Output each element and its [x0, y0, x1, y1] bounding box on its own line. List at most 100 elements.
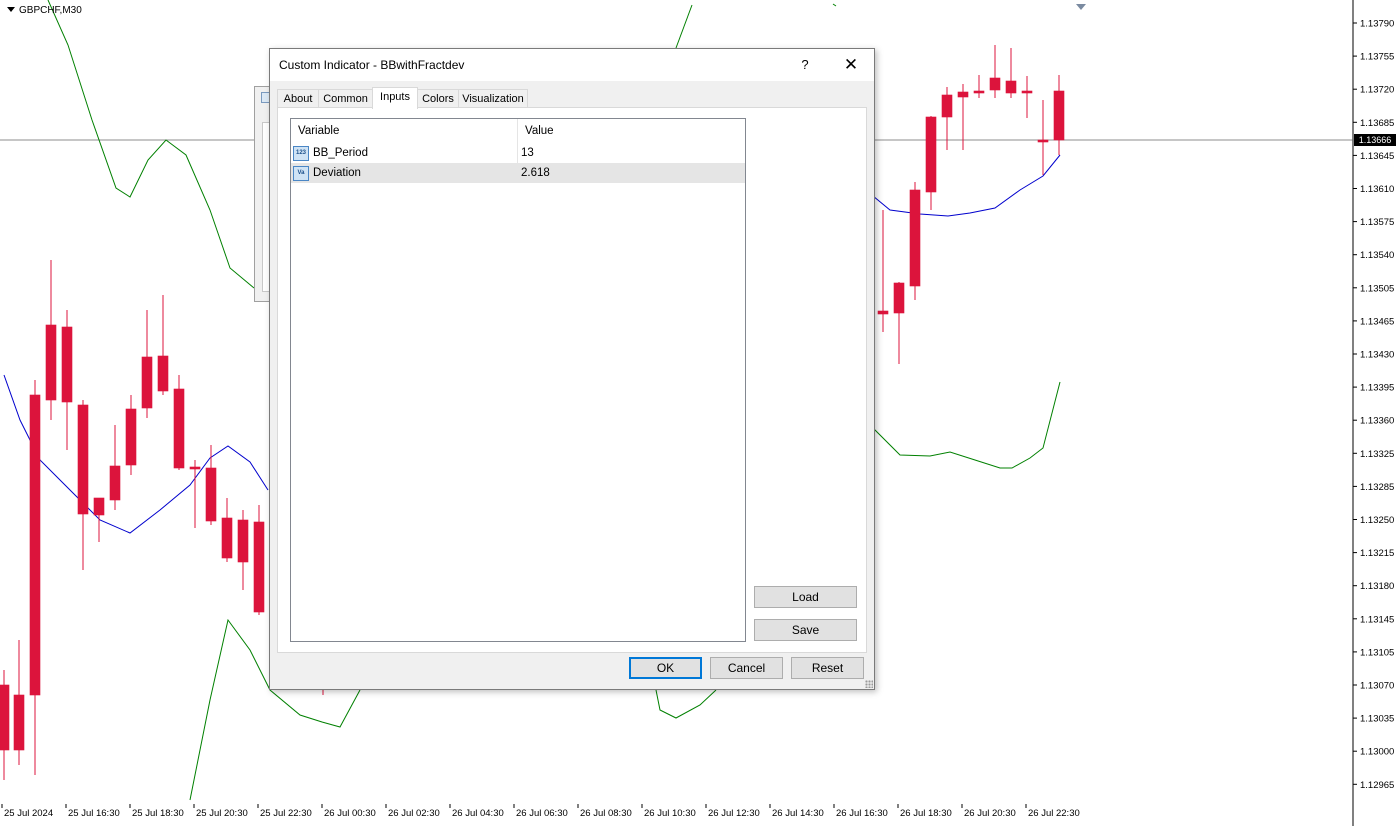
bearish-candle [253, 521, 265, 613]
bearish-candle [61, 326, 73, 403]
price-tick-label: 1.13180 [1360, 581, 1394, 592]
bearish-candle [157, 355, 169, 392]
time-tick-label: 25 Jul 20:30 [196, 808, 248, 819]
time-tick-label: 26 Jul 12:30 [708, 808, 760, 819]
load-button[interactable]: Load [754, 586, 857, 608]
time-tick-label: 26 Jul 18:30 [900, 808, 952, 819]
header-value[interactable]: Value [518, 119, 745, 143]
cell-divider [517, 143, 518, 163]
bearish-candle [973, 90, 985, 94]
bearish-candle [221, 517, 233, 559]
current-price-tag: 1.13666 [1354, 134, 1396, 146]
upper-band-line [47, 0, 255, 289]
resize-grip-icon[interactable] [865, 680, 873, 688]
upper-band-line [832, 3, 837, 7]
bearish-candle [237, 519, 249, 563]
price-tick-label: 1.13035 [1360, 714, 1394, 725]
time-tick-label: 26 Jul 08:30 [580, 808, 632, 819]
time-tick-label: 25 Jul 18:30 [132, 808, 184, 819]
bearish-candle [205, 467, 217, 522]
cancel-button[interactable]: Cancel [710, 657, 783, 679]
bearish-candle [1005, 80, 1017, 94]
bearish-candle [893, 282, 905, 314]
tab-common[interactable]: Common [318, 89, 373, 108]
dialog-title: Custom Indicator - BBwithFractdev [279, 58, 465, 72]
upper-band-line [675, 4, 693, 49]
time-tick-label: 25 Jul 16:30 [68, 808, 120, 819]
time-tick-label: 26 Jul 04:30 [452, 808, 504, 819]
bearish-candle [989, 77, 1001, 91]
time-tick-label: 25 Jul 2024 [4, 808, 53, 819]
dialog-titlebar[interactable]: Custom Indicator - BBwithFractdev ? ✕ [270, 49, 874, 81]
price-tick-label: 1.13360 [1360, 416, 1394, 427]
integer-type-icon: 123 [293, 146, 309, 161]
time-tick-label: 26 Jul 20:30 [964, 808, 1016, 819]
price-tick-label: 1.13285 [1360, 482, 1394, 493]
bearish-candle [77, 404, 89, 515]
tab-colors[interactable]: Colors [417, 89, 459, 108]
price-tick-label: 1.13575 [1360, 217, 1394, 228]
variable-name: BB_Period [313, 147, 368, 159]
double-type-icon: Va [293, 166, 309, 181]
bearish-candle [1021, 90, 1033, 94]
price-tick-label: 1.13645 [1360, 151, 1394, 162]
time-tick-label: 26 Jul 10:30 [644, 808, 696, 819]
save-button[interactable]: Save [754, 619, 857, 641]
custom-indicator-dialog: Custom Indicator - BBwithFractdev ? ✕ Ab… [269, 48, 875, 690]
bearish-candle [925, 116, 937, 193]
bearish-candle [0, 684, 10, 751]
tab-about[interactable]: About [277, 89, 319, 108]
lower-band-line [655, 689, 717, 719]
bearish-candle [109, 465, 121, 501]
reset-button[interactable]: Reset [791, 657, 864, 679]
bearish-candle [173, 388, 185, 469]
table-row[interactable]: Va Deviation 2.618 [291, 163, 745, 183]
bearish-candle [189, 466, 201, 470]
bearish-candle [93, 497, 105, 516]
time-tick-label: 26 Jul 16:30 [836, 808, 888, 819]
bearish-candle [141, 356, 153, 409]
scroll-marker-icon[interactable] [1076, 4, 1086, 10]
lower-band-line [872, 381, 1061, 469]
chart-symbol: GBPCHF,M30 [7, 5, 82, 16]
header-variable[interactable]: Variable [291, 119, 517, 143]
price-tick-label: 1.13000 [1360, 747, 1394, 758]
price-tick-label: 1.13790 [1360, 19, 1394, 30]
bearish-candle [1053, 90, 1065, 141]
time-tick-label: 26 Jul 14:30 [772, 808, 824, 819]
dropdown-triangle-icon [7, 7, 15, 12]
time-tick-label: 25 Jul 22:30 [260, 808, 312, 819]
table-header: Variable Value [291, 119, 745, 143]
price-tick-label: 1.13105 [1360, 647, 1394, 658]
price-tick-label: 1.13215 [1360, 548, 1394, 559]
price-tick-label: 1.12965 [1360, 780, 1394, 791]
time-tick-label: 26 Jul 22:30 [1028, 808, 1080, 819]
inputs-table: Variable Value 123 BB_Period 13 Va Devia… [290, 118, 746, 642]
price-tick-label: 1.13720 [1360, 85, 1394, 96]
price-tick-label: 1.13465 [1360, 316, 1394, 327]
bearish-candle [125, 408, 137, 466]
help-button[interactable]: ? [790, 55, 820, 75]
table-row[interactable]: 123 BB_Period 13 [291, 143, 745, 163]
middle-band-line [872, 154, 1061, 217]
price-tick-label: 1.13610 [1360, 184, 1394, 195]
time-tick-label: 26 Jul 00:30 [324, 808, 376, 819]
price-tick-label: 1.13755 [1360, 52, 1394, 63]
tab-inputs[interactable]: Inputs [372, 87, 418, 109]
ok-button[interactable]: OK [629, 657, 702, 679]
close-button[interactable]: ✕ [836, 55, 866, 75]
price-tick-label: 1.13250 [1360, 515, 1394, 526]
price-tick-label: 1.13325 [1360, 449, 1394, 460]
cell-divider [517, 163, 518, 183]
price-tick-label: 1.13145 [1360, 614, 1394, 625]
bearish-candle [1037, 139, 1049, 143]
price-tick-label: 1.13505 [1360, 283, 1394, 294]
bearish-candle [13, 694, 25, 751]
variable-value[interactable]: 2.618 [521, 163, 550, 183]
tab-visualization[interactable]: Visualization [458, 89, 528, 108]
variable-value[interactable]: 13 [521, 143, 534, 163]
time-tick-label: 26 Jul 02:30 [388, 808, 440, 819]
bearish-candle [877, 310, 889, 315]
bearish-candle [909, 189, 921, 287]
price-tick-label: 1.13685 [1360, 118, 1394, 129]
